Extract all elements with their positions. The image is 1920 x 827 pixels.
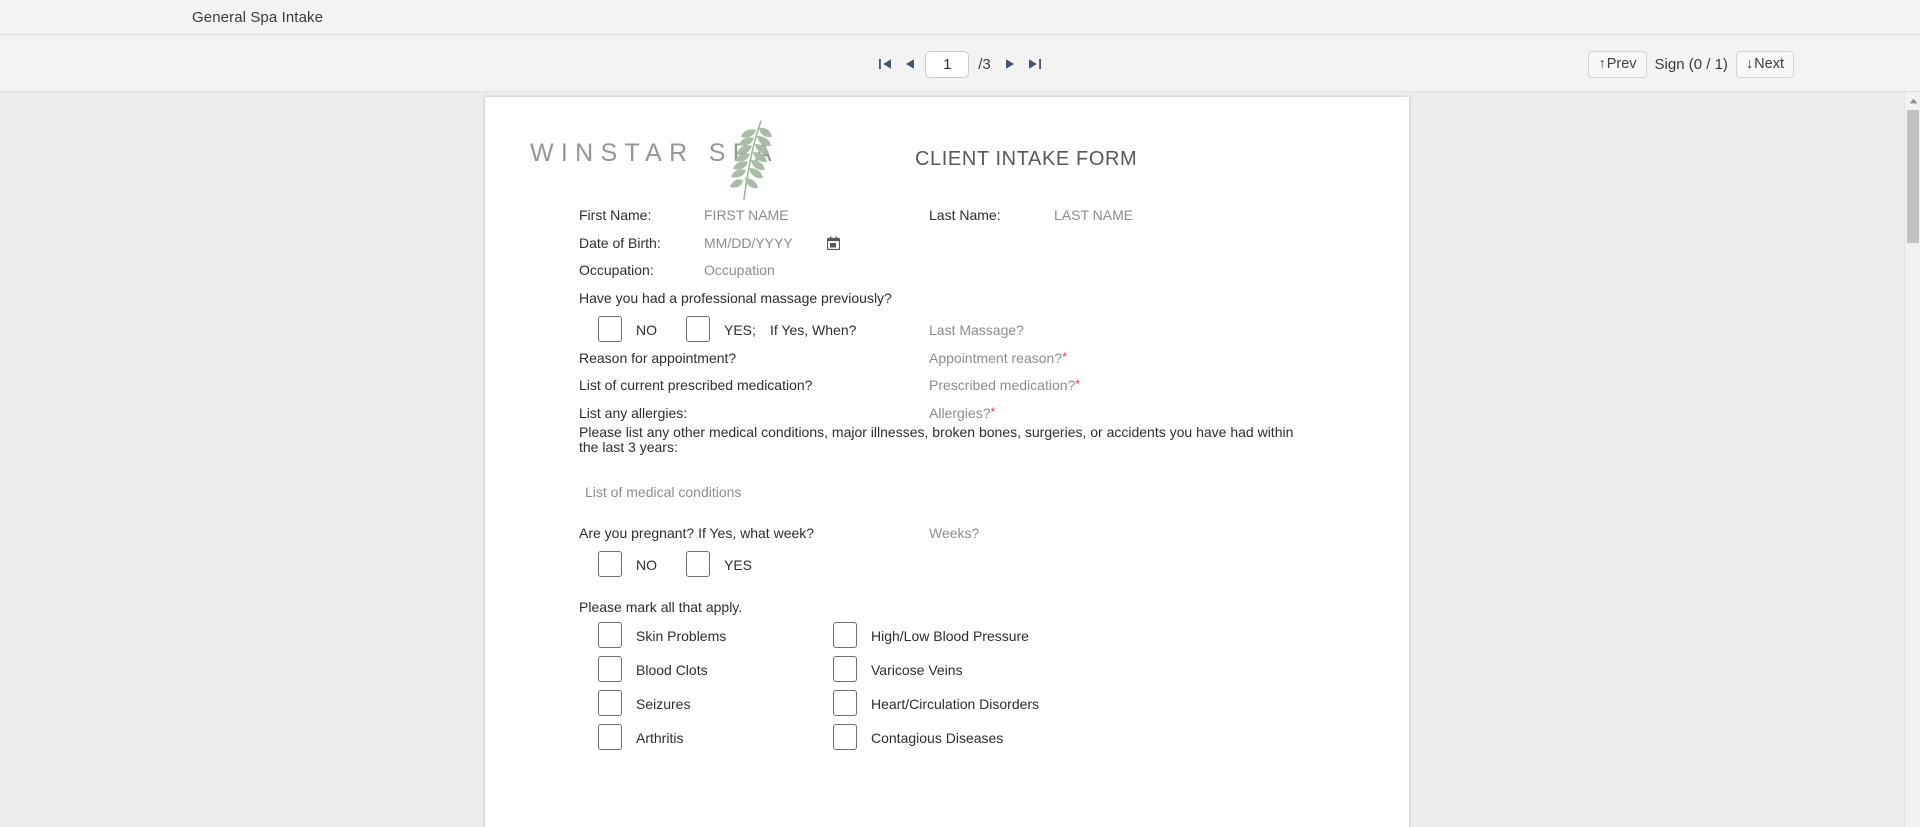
calendar-icon[interactable] [826, 236, 841, 253]
spa-logo: WINSTAR SPA [530, 120, 779, 200]
condition-checkbox-contagious-diseases[interactable] [833, 723, 857, 750]
pregnancy-yes-checkbox[interactable] [686, 550, 710, 577]
scroll-up-arrow-icon[interactable] [1905, 92, 1920, 109]
last-name-label: Last Name: [929, 207, 1001, 223]
conditions-row: Blood Clots Varicose Veins [579, 655, 1409, 690]
massage-no-label: NO [636, 321, 657, 338]
prev-signature-label: Prev [1606, 56, 1637, 72]
condition-label-seizures: Seizures [636, 695, 691, 712]
allergies-required-marker: * [990, 404, 996, 419]
last-name-input[interactable]: LAST NAME [1054, 207, 1133, 223]
leaf-sprig-icon [728, 117, 784, 208]
sign-status-label: Sign (0 / 1) [1654, 55, 1728, 73]
next-page-icon[interactable] [1002, 54, 1019, 74]
condition-label-skin-problems: Skin Problems [636, 627, 727, 644]
appointment-reason-required-marker: * [1062, 349, 1067, 364]
massage-yes-label: YES; [724, 321, 756, 338]
last-page-icon[interactable] [1026, 54, 1043, 74]
conditions-checkbox-grid: Skin Problems High/Low Blood Pressure Bl… [579, 621, 1409, 758]
window-title: General Spa Intake [192, 8, 324, 26]
mark-all-that-apply-label: Please mark all that apply. [579, 598, 743, 615]
page-number-input[interactable] [925, 50, 970, 78]
prescribed-medication-input[interactable]: Prescribed medication?* [929, 377, 1080, 393]
massage-question-row: Have you had a professional massage prev… [579, 290, 1409, 316]
vertical-scrollbar[interactable] [1904, 92, 1920, 827]
condition-label-contagious-diseases: Contagious Diseases [871, 729, 1004, 746]
condition-label-varicose-veins: Varicose Veins [871, 661, 963, 678]
prev-page-icon[interactable] [901, 54, 918, 74]
occupation-row: Occupation: Occupation [579, 262, 1409, 290]
prescribed-medication-placeholder: Prescribed medication? [929, 377, 1076, 393]
condition-label-blood-pressure: High/Low Blood Pressure [871, 627, 1029, 644]
scrollbar-thumb[interactable] [1907, 110, 1919, 243]
condition-label-arthritis: Arthritis [636, 729, 684, 746]
prescribed-medication-row: List of current prescribed medication? P… [579, 377, 1409, 405]
pregnancy-no-label: NO [636, 556, 657, 573]
dob-row: Date of Birth: MM/DD/YYYY [579, 235, 1409, 263]
first-name-input[interactable]: FIRST NAME [704, 207, 789, 223]
down-arrow-icon: ↓ [1745, 56, 1754, 72]
prescribed-medication-label: List of current prescribed medication? [579, 377, 813, 393]
condition-checkbox-arthritis[interactable] [598, 723, 622, 750]
conditions-row: Arthritis Contagious Diseases [579, 723, 1409, 758]
massage-when-label: If Yes, When? [770, 321, 857, 338]
allergies-input[interactable]: Allergies?* [929, 405, 995, 421]
condition-checkbox-seizures[interactable] [598, 689, 622, 716]
title-bar: General Spa Intake [0, 0, 1920, 35]
first-page-icon[interactable] [877, 54, 894, 74]
document-title: CLIENT INTAKE FORM [915, 148, 1138, 170]
allergies-label: List any allergies: [579, 404, 688, 421]
pregnancy-answer-row: NO YES [579, 550, 1409, 585]
next-signature-button[interactable]: ↓ Next [1735, 50, 1794, 78]
first-name-label: First Name: [579, 207, 652, 223]
intake-form-body: First Name: FIRST NAME Last Name: LAST N… [485, 207, 1409, 758]
dob-input[interactable]: MM/DD/YYYY [704, 235, 793, 251]
conditions-row: Skin Problems High/Low Blood Pressure [579, 621, 1409, 656]
allergies-row: List any allergies: Allergies?* [579, 405, 1409, 425]
pregnancy-question-label: Are you pregnant? If Yes, what week? [579, 524, 815, 541]
first-last-name-row: First Name: FIRST NAME Last Name: LAST N… [579, 207, 1409, 235]
condition-checkbox-skin-problems[interactable] [598, 621, 622, 648]
appointment-reason-input[interactable]: Appointment reason?* [929, 350, 1067, 366]
pdf-toolbar: /3 ↑Prev Sign (0 / 1) ↓Next [0, 36, 1920, 92]
appointment-reason-placeholder: Appointment reason? [929, 349, 1063, 366]
massage-no-checkbox[interactable] [598, 315, 622, 342]
appointment-reason-label: Reason for appointment? [579, 349, 737, 366]
pregnancy-yes-label: YES [724, 556, 753, 573]
occupation-label: Occupation: [579, 262, 654, 278]
massage-question-label: Have you had a professional massage prev… [579, 289, 892, 306]
last-massage-input[interactable]: Last Massage? [929, 322, 1024, 338]
appointment-reason-row: Reason for appointment? Appointment reas… [579, 350, 1409, 378]
massage-yes-checkbox[interactable] [686, 315, 710, 342]
prescribed-medication-required-marker: * [1075, 377, 1080, 391]
dob-label: Date of Birth: [579, 234, 661, 251]
prev-signature-button[interactable]: ↑ Prev [1588, 50, 1647, 78]
document-page: WINSTAR SPA CLIENT INTAKE FORM First Nam… [485, 97, 1409, 827]
massage-answer-row: NO YES; If Yes, When? Last Massage? [579, 315, 1409, 350]
pregnancy-weeks-input[interactable]: Weeks? [929, 525, 979, 541]
condition-checkbox-heart-circulation[interactable] [833, 689, 857, 716]
app-root: General Spa Intake /3 ↑Prev Sign (0 / 1) [0, 0, 1920, 827]
condition-label-heart-circulation: Heart/Circulation Disorders [871, 695, 1040, 712]
occupation-input[interactable]: Occupation [704, 262, 775, 278]
document-header: WINSTAR SPA CLIENT INTAKE FORM [485, 97, 1409, 207]
medical-conditions-prompt: Please list any other medical conditions… [579, 423, 1294, 455]
sign-controls: ↑ Prev Sign (0 / 1) ↓ Next [1588, 36, 1794, 92]
document-viewer: WINSTAR SPA CLIENT INTAKE FORM First Nam… [0, 92, 1904, 827]
allergies-placeholder: Allergies? [929, 404, 991, 421]
page-total-label: /3 [978, 55, 991, 73]
condition-checkbox-varicose-veins[interactable] [833, 655, 857, 682]
next-signature-label: Next [1754, 56, 1784, 72]
medical-conditions-input[interactable]: List of medical conditions [585, 484, 1409, 500]
pregnancy-no-checkbox[interactable] [598, 550, 622, 577]
condition-checkbox-blood-pressure[interactable] [833, 621, 857, 648]
pregnancy-question-row: Are you pregnant? If Yes, what week? Wee… [579, 525, 1409, 551]
conditions-row: Seizures Heart/Circulation Disorders [579, 689, 1409, 724]
up-arrow-icon: ↑ [1598, 56, 1606, 72]
condition-checkbox-blood-clots[interactable] [598, 655, 622, 682]
condition-label-blood-clots: Blood Clots [636, 661, 708, 678]
